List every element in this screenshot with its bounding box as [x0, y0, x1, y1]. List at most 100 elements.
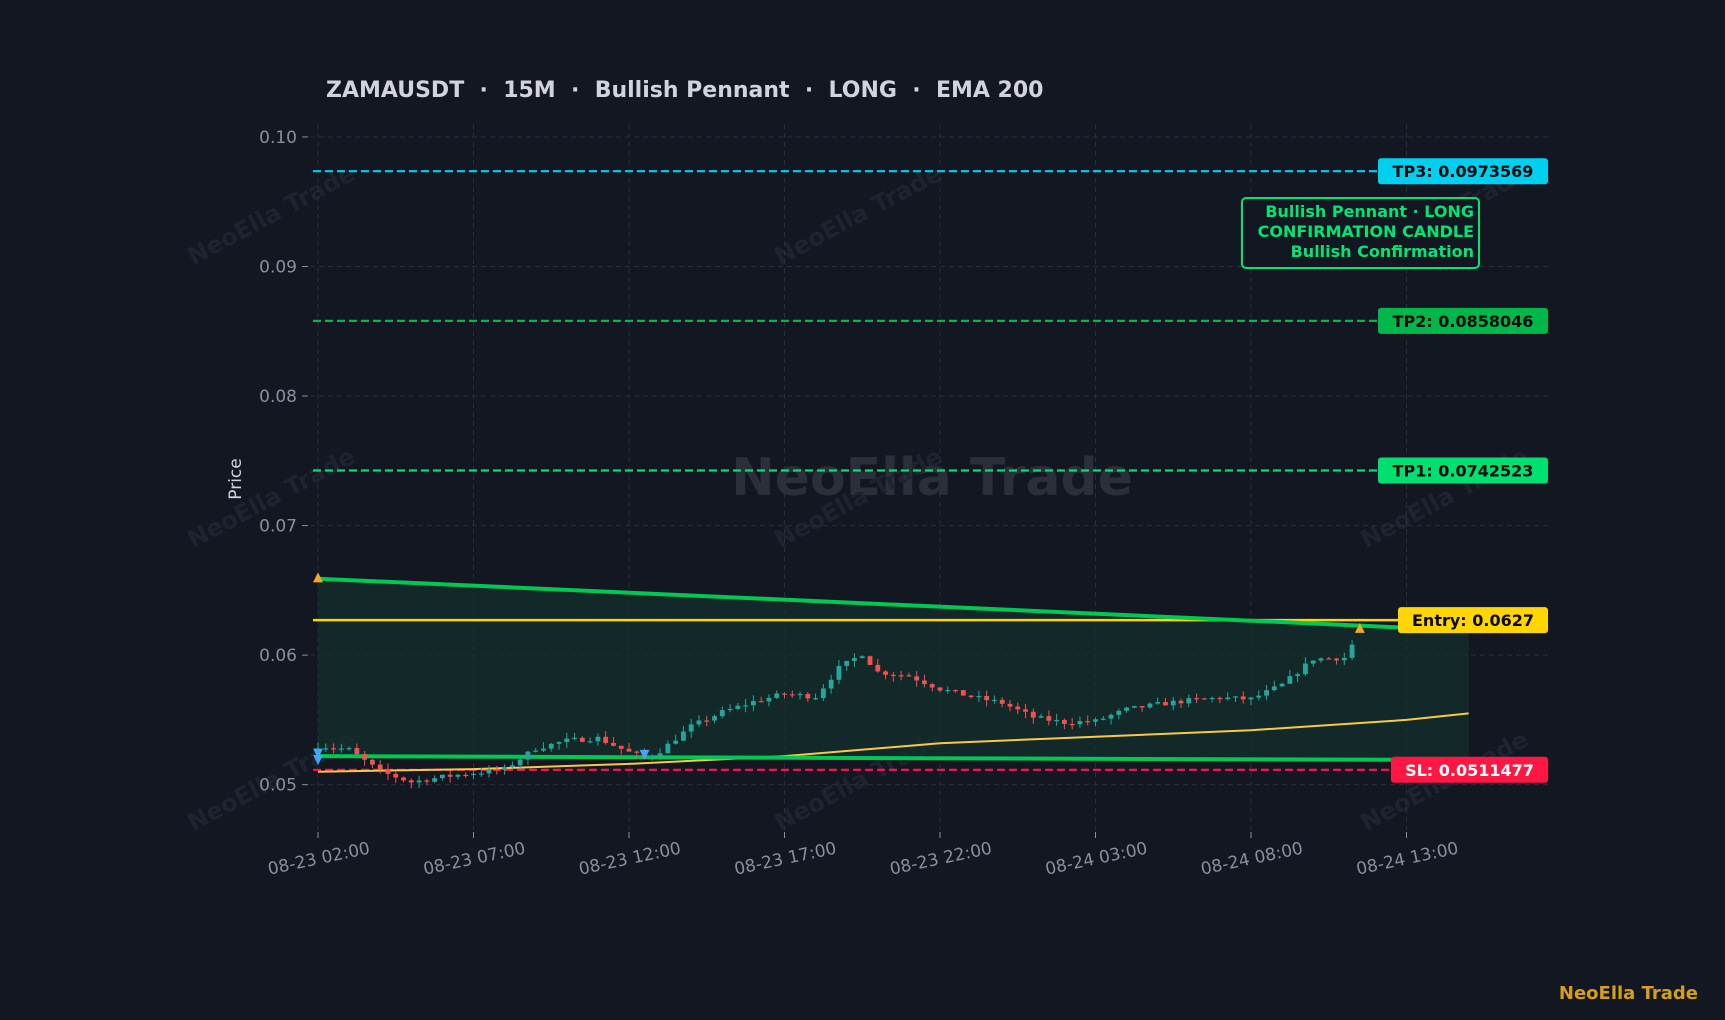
candle-body: [385, 769, 391, 774]
candle-body: [805, 693, 811, 699]
candle-body: [898, 675, 904, 677]
candle-body: [1077, 721, 1083, 725]
candle-body: [1303, 663, 1308, 675]
candle-body: [1194, 698, 1199, 700]
candle-body: [595, 736, 601, 742]
candle-body: [999, 699, 1005, 704]
candle-body: [401, 777, 406, 781]
candle-body: [743, 705, 749, 707]
candle-body: [1100, 718, 1106, 720]
candle-body: [929, 684, 935, 688]
tp1-label: TP1: 0.0742523: [1393, 461, 1534, 480]
candle-body: [564, 738, 570, 743]
candle-body: [587, 741, 593, 743]
chart-root: NeoElla TradeNeoElla TradeNeoElla TradeN…: [0, 0, 1725, 1020]
candle-body: [1046, 716, 1052, 721]
candle-body: [992, 699, 997, 702]
candle-body: [626, 748, 632, 752]
candle-body: [1147, 703, 1153, 708]
y-tick-label: 0.05: [259, 776, 297, 796]
y-tick-label: 0.08: [259, 387, 297, 407]
annotation-line: Bullish Pennant · LONG: [1265, 202, 1474, 221]
candle-body: [758, 701, 764, 703]
candle-body: [727, 708, 733, 711]
annotation-line: Bullish Confirmation: [1291, 242, 1474, 261]
candle-body: [494, 769, 500, 771]
candle-body: [649, 755, 655, 758]
candle-body: [813, 698, 819, 700]
y-tick-label: 0.09: [259, 257, 297, 277]
candle-body: [1124, 707, 1130, 711]
candle-body: [890, 674, 896, 677]
candle-body: [447, 774, 453, 777]
candle-body: [665, 743, 671, 754]
candle-body: [556, 742, 562, 744]
candlestick-chart: NeoElla TradeNeoElla TradeNeoElla TradeN…: [0, 0, 1725, 1020]
candle-body: [331, 748, 336, 750]
candle-body: [1256, 695, 1262, 698]
sl-label: SL: 0.0511477: [1405, 761, 1534, 780]
candle-body: [1139, 706, 1145, 708]
candle-body: [1054, 719, 1060, 722]
candle-body: [416, 780, 422, 783]
candle-body: [820, 688, 826, 699]
candle-body: [696, 720, 702, 725]
candle-body: [323, 748, 329, 750]
candle-body: [432, 778, 438, 782]
candle-body: [1163, 702, 1168, 706]
candle-body: [719, 710, 725, 717]
candle-body: [1069, 723, 1075, 726]
candle-body: [1217, 697, 1223, 700]
candle-body: [1334, 658, 1339, 661]
candle-body: [828, 679, 834, 689]
candle-body: [611, 742, 616, 746]
candle-body: [502, 766, 508, 771]
candle-body: [914, 676, 920, 681]
candle-body: [1310, 660, 1316, 664]
candle-body: [1279, 683, 1285, 687]
entry-label: Entry: 0.0627: [1412, 611, 1534, 630]
candle-body: [1186, 698, 1192, 704]
candle-body: [548, 743, 554, 749]
candle-body: [1023, 709, 1028, 712]
candle-body: [673, 740, 679, 744]
annotation-layer: Bullish Pennant · LONGCONFIRMATION CANDL…: [1241, 197, 1480, 269]
candle-body: [789, 694, 795, 696]
candle-body: [875, 664, 881, 672]
candle-body: [517, 759, 523, 766]
candle-body: [1264, 690, 1269, 696]
candle-body: [478, 773, 484, 775]
candle-body: [509, 765, 515, 767]
y-tick-label: 0.10: [259, 128, 297, 148]
candle-body: [377, 764, 383, 770]
candle-body: [1271, 686, 1277, 691]
candle-body: [1131, 706, 1137, 708]
y-tick-label: 0.06: [259, 646, 297, 666]
candle-body: [867, 656, 873, 665]
candle-body: [471, 773, 476, 776]
candle-body: [1349, 644, 1355, 658]
candle-body: [354, 748, 360, 755]
annotation-line: CONFIRMATION CANDLE: [1258, 222, 1474, 241]
candle-body: [922, 680, 927, 685]
candle-body: [1170, 700, 1176, 706]
candle-body: [346, 748, 352, 750]
candle-body: [968, 695, 974, 698]
candle-body: [424, 780, 430, 782]
candle-body: [1225, 697, 1231, 700]
candle-body: [774, 693, 780, 698]
candle-body: [906, 675, 912, 677]
candle-body: [797, 693, 803, 696]
candle-body: [533, 750, 539, 752]
candle-body: [883, 671, 888, 675]
candle-body: [1318, 658, 1324, 661]
candle-body: [1015, 706, 1021, 710]
candle-body: [634, 751, 640, 753]
candle-body: [1116, 710, 1122, 715]
y-axis-label: Price: [226, 458, 246, 499]
candle-body: [1085, 721, 1091, 723]
candle-body: [1295, 674, 1301, 677]
candle-body: [844, 660, 850, 666]
candle-body: [1007, 703, 1013, 707]
candle-body: [1240, 696, 1246, 700]
